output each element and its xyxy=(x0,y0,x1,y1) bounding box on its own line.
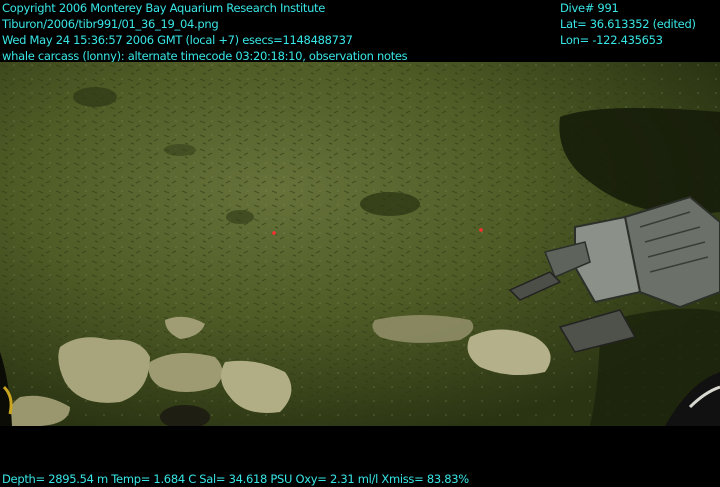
sensor-readout-line: Depth= 2895.54 m Temp= 1.684 C Sal= 34.6… xyxy=(2,472,469,486)
file-path-line: Tiburon/2006/tibr991/01_36_19_04.png xyxy=(2,17,219,31)
latitude: Lat= 36.613352 (edited) xyxy=(560,17,696,31)
whale-bone-fragment xyxy=(148,353,223,392)
timestamp-line: Wed May 24 15:36:57 2006 GMT (local +7) … xyxy=(2,33,353,47)
seafloor-illustration xyxy=(0,62,720,426)
sensor-readout: Depth= 2895.54 m Temp= 1.684 C Sal= 34.6… xyxy=(2,471,718,487)
video-frame: Copyright 2006 Monterey Bay Aquarium Res… xyxy=(0,0,720,486)
burrow xyxy=(73,87,117,107)
laser-dot-right xyxy=(479,228,483,232)
metadata-overlay-left: Copyright 2006 Monterey Bay Aquarium Res… xyxy=(2,0,542,64)
seafloor-scene xyxy=(0,62,720,426)
copyright-line: Copyright 2006 Monterey Bay Aquarium Res… xyxy=(2,1,326,15)
burrow xyxy=(164,144,196,156)
laser-dot-left xyxy=(272,231,276,235)
metadata-overlay-right: Dive# 991 Lat= 36.613352 (edited) Lon= -… xyxy=(560,0,720,48)
whale-bone-fragment xyxy=(372,315,474,343)
burrow xyxy=(360,192,420,216)
longitude: Lon= -122.435653 xyxy=(560,33,663,47)
burrow xyxy=(226,210,254,224)
dive-number: Dive# 991 xyxy=(560,1,619,15)
